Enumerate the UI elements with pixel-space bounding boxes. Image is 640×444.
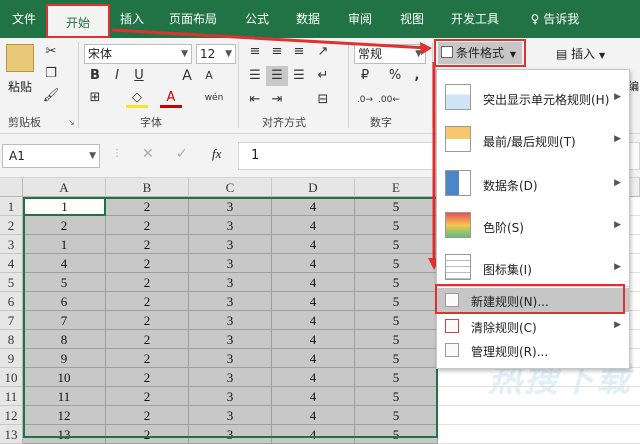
menu-item-label: 突出显示单元格规则(H) (483, 93, 610, 107)
annotation-box (435, 284, 625, 314)
menu-item-label: 图标集(I) (483, 263, 532, 277)
menu-item-manage-rules[interactable]: 管理规则(R)... (437, 338, 629, 362)
menu-item-label: 清除规则(C) (471, 321, 537, 335)
chevron-right-icon: ▶ (614, 262, 621, 272)
highlight-rules-icon (445, 84, 471, 110)
color-scales-icon (445, 212, 471, 238)
chevron-right-icon: ▶ (614, 92, 621, 102)
menu-item-label: 色阶(S) (483, 221, 524, 235)
chevron-right-icon: ▶ (614, 320, 621, 330)
menu-item-top-bottom-rules[interactable]: 最前/最后规则(T) ▶ (437, 120, 629, 160)
menu-item-color-scales[interactable]: 色阶(S) ▶ (437, 206, 629, 246)
icon-sets-icon (445, 254, 471, 280)
chevron-right-icon: ▶ (614, 134, 621, 144)
menu-item-label: 数据条(D) (483, 179, 538, 193)
menu-item-icon-sets[interactable]: 图标集(I) ▶ (437, 248, 629, 288)
clear-rules-icon (445, 319, 459, 333)
menu-item-label: 管理规则(R)... (471, 345, 549, 359)
conditional-format-menu: 突出显示单元格规则(H) ▶ 最前/最后规则(T) ▶ 数据条(D) ▶ 色阶(… (435, 69, 630, 369)
data-bars-icon (445, 170, 471, 196)
manage-rules-icon (445, 343, 459, 357)
arrowhead (420, 42, 432, 55)
menu-item-clear-rules[interactable]: 清除规则(C) ▶ (437, 314, 629, 338)
chevron-right-icon: ▶ (614, 220, 621, 230)
menu-item-highlight-rules[interactable]: 突出显示单元格规则(H) ▶ (437, 78, 629, 118)
top-bottom-rules-icon (445, 126, 471, 152)
arrow-to-conditional-format (111, 28, 429, 50)
menu-item-label: 最前/最后规则(T) (483, 135, 576, 149)
menu-item-data-bars[interactable]: 数据条(D) ▶ (437, 164, 629, 204)
chevron-right-icon: ▶ (614, 178, 621, 188)
